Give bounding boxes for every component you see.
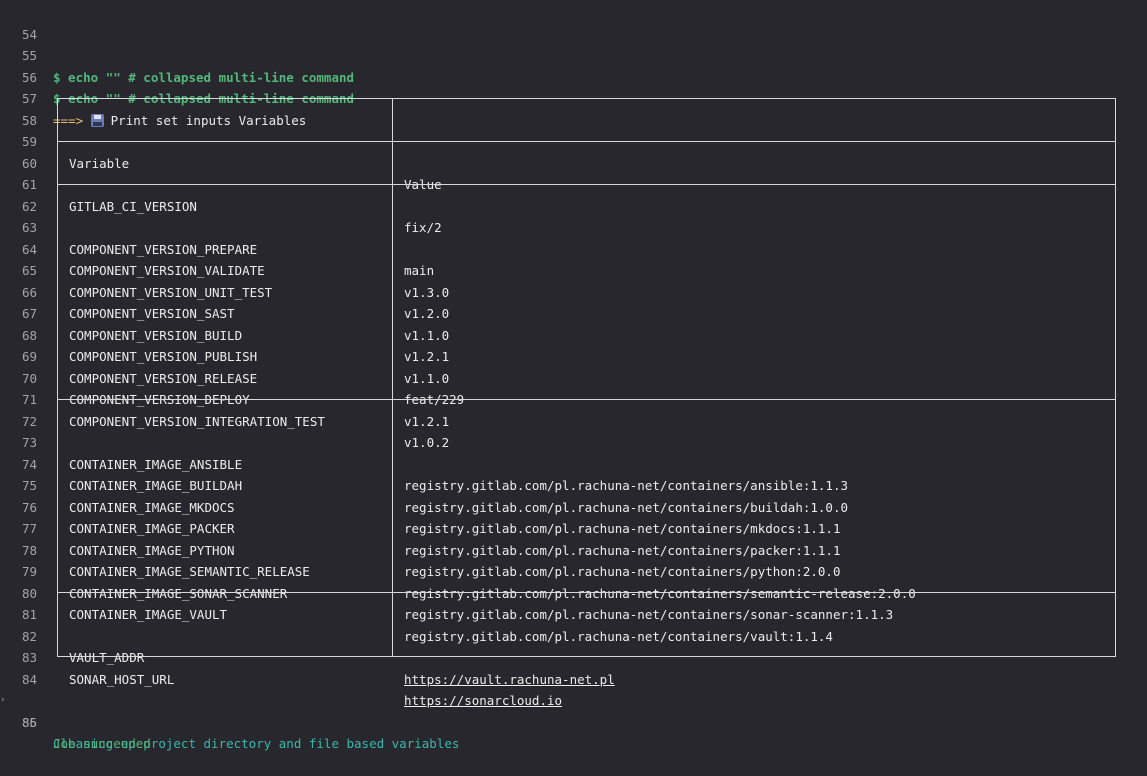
table-row: 63 COMPONENT_VERSION_PREPARE main — [0, 196, 1147, 278]
log-line: 72 — [0, 389, 1147, 429]
table-row: 66 COMPONENT_VERSION_SAST v1.1.0 — [0, 260, 1147, 343]
table-row: 70 COMPONENT_VERSION_DEPLOY v1.2.1 — [0, 346, 1147, 429]
table-row: 69 COMPONENT_VERSION_RELEASE feat/229 — [0, 325, 1147, 407]
table-row: 61 GITLAB_CI_VERSION fix/2 — [0, 153, 1147, 235]
table-row: 78 CONTAINER_IMAGE_SEMANTIC_RELEASE regi… — [0, 518, 1147, 601]
log-line: 54 — [0, 2, 1147, 42]
table-row: 83 SONAR_HOST_URL https://sonarcloud.io — [0, 626, 1147, 708]
section-header-line[interactable]: › 85 Cleaning up project directory and f… — [0, 669, 1147, 751]
table-row: 80 CONTAINER_IMAGE_VAULT registry.gitlab… — [0, 561, 1147, 644]
line-number[interactable]: 86 — [0, 712, 37, 734]
log-line: 58 — [0, 88, 1147, 128]
table-row: 68 COMPONENT_VERSION_PUBLISH v1.1.0 — [0, 303, 1147, 386]
table-row: 79 CONTAINER_IMAGE_SONAR_SCANNER registr… — [0, 540, 1147, 622]
table-row: 77 CONTAINER_IMAGE_PYTHON registry.gitla… — [0, 497, 1147, 579]
log-line: 56 $ echo "" # collapsed multi-line comm… — [0, 45, 1147, 107]
table-row: 74 CONTAINER_IMAGE_BUILDAH registry.gitl… — [0, 432, 1147, 515]
log-line: 55 $ echo "" # collapsed multi-line comm… — [0, 24, 1147, 85]
log-line: 57 ===> Print set inputs Variables — [0, 67, 1147, 128]
log-line: 60 — [0, 131, 1147, 171]
table-row: 73 CONTAINER_IMAGE_ANSIBLE registry.gitl… — [0, 411, 1147, 493]
table-row: 76 CONTAINER_IMAGE_PACKER registry.gitla… — [0, 475, 1147, 558]
table-row: 75 CONTAINER_IMAGE_MKDOCS registry.gitla… — [0, 454, 1147, 536]
table-row: 71 COMPONENT_VERSION_INTEGRATION_TEST v1… — [0, 368, 1147, 450]
log-line: 81 — [0, 583, 1147, 622]
table-row: 65 COMPONENT_VERSION_UNIT_TEST v1.2.0 — [0, 239, 1147, 321]
log-line: 62 — [0, 174, 1147, 214]
job-log: 54 55 $ echo "" # collapsed multi-line c… — [0, 2, 1147, 752]
log-line: 84 — [0, 647, 1147, 687]
log-line: 86 Job succeeded — [0, 690, 1147, 752]
table-row: 67 COMPONENT_VERSION_BUILD v1.2.1 — [0, 282, 1147, 364]
table-header-row: 59 Variable Value — [0, 110, 1147, 192]
job-status-text: Job succeeded — [53, 736, 151, 751]
table-row: 82 VAULT_ADDR https://vault.rachuna-net.… — [0, 604, 1147, 687]
table-row: 64 COMPONENT_VERSION_VALIDATE v1.3.0 — [0, 217, 1147, 300]
